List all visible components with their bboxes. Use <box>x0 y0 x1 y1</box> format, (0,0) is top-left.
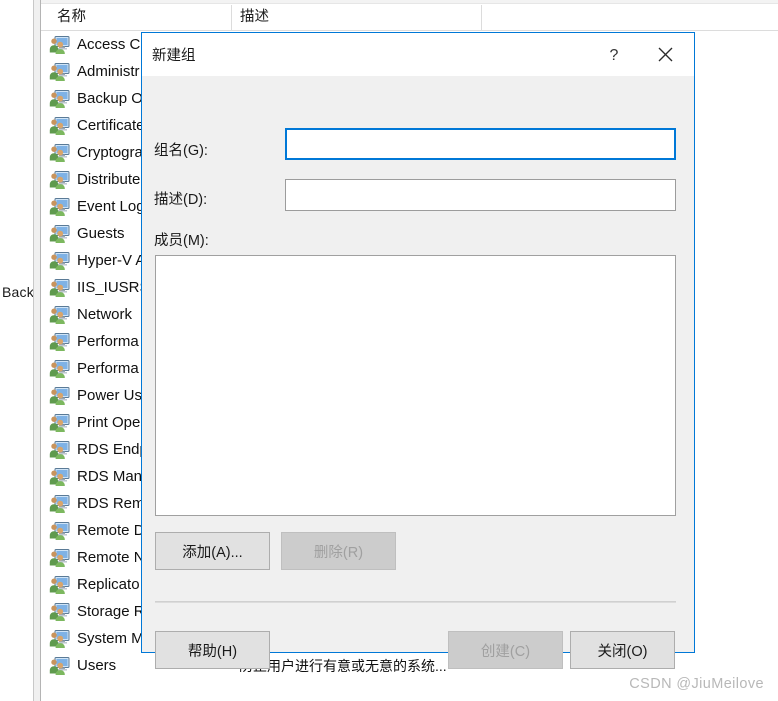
pane-splitter[interactable] <box>33 0 41 701</box>
header-top-rule <box>41 0 778 4</box>
group-name-cell: Power Us <box>77 387 143 404</box>
group-name-cell: Performa <box>77 333 139 350</box>
group-name-cell: Hyper-V A <box>77 252 146 269</box>
group-name-cell: Backup O <box>77 90 143 107</box>
members-list-box[interactable] <box>155 255 676 516</box>
dialog-separator <box>155 601 676 603</box>
group-name-cell: Replicato <box>77 576 140 593</box>
add-member-button[interactable]: 添加(A)... <box>155 532 270 570</box>
back-label: Back <box>2 284 34 300</box>
user-group-icon <box>49 89 70 109</box>
group-name-cell: Performa <box>77 360 139 377</box>
group-name-cell: Guests <box>77 225 125 242</box>
group-name-cell: Certificate <box>77 117 145 134</box>
user-group-icon <box>49 602 70 622</box>
group-name-cell: Cryptogra <box>77 144 143 161</box>
group-name-cell: Storage R <box>77 603 145 620</box>
group-name-cell: Remote D <box>77 522 145 539</box>
group-name-cell: Remote N <box>77 549 145 566</box>
group-description-cell: 防止用户进行有意或无意的系统... <box>239 657 447 674</box>
user-group-icon <box>49 224 70 244</box>
user-group-icon <box>49 521 70 541</box>
group-name-cell: Distribute <box>77 171 141 188</box>
column-header-description[interactable]: 描述 <box>231 5 481 31</box>
user-group-icon <box>49 35 70 55</box>
user-group-icon <box>49 386 70 406</box>
user-group-icon <box>49 629 70 649</box>
user-group-icon <box>49 305 70 325</box>
user-group-icon <box>49 467 70 487</box>
group-name-cell: System M <box>77 630 144 647</box>
user-group-icon <box>49 656 70 676</box>
user-group-icon <box>49 548 70 568</box>
create-button: 创建(C) <box>448 631 563 669</box>
user-group-icon <box>49 359 70 379</box>
user-group-icon <box>49 494 70 514</box>
group-name-label: 组名(G): <box>154 143 208 159</box>
dialog-title: 新建组 <box>152 48 196 64</box>
group-name-cell: Print Ope <box>77 414 141 431</box>
group-name-cell: RDS Rem <box>77 495 145 512</box>
watermark: CSDN @JiuMeilove <box>629 676 764 692</box>
group-name-input[interactable] <box>285 128 676 160</box>
group-name-cell: Network <box>77 306 133 323</box>
user-group-icon <box>49 170 70 190</box>
group-name-cell: Event Log <box>77 198 145 215</box>
dialog-body: 组名(G): 描述(D): 成员(M): 添加(A)... 删除(R) 帮助(H… <box>142 76 694 669</box>
group-name-cell: Administr <box>77 63 140 80</box>
user-group-icon <box>49 575 70 595</box>
close-icon[interactable] <box>642 33 688 76</box>
list-column-header: 名称 描述 <box>41 0 778 31</box>
dialog-titlebar[interactable]: 新建组 ? <box>142 33 694 76</box>
group-name-cell: RDS Man <box>77 468 143 485</box>
group-name-cell: IIS_IUSRS <box>77 279 150 296</box>
user-group-icon <box>49 440 70 460</box>
group-name-cell: Users <box>77 657 117 674</box>
description-input[interactable] <box>285 179 676 211</box>
description-label: 描述(D): <box>154 192 208 208</box>
user-group-icon <box>49 62 70 82</box>
members-label: 成员(M): <box>154 233 209 249</box>
svg-text:?: ? <box>610 47 619 64</box>
column-header-name[interactable]: 名称 <box>49 5 231 31</box>
user-group-icon <box>49 413 70 433</box>
user-group-icon <box>49 251 70 271</box>
question-mark-icon[interactable]: ? <box>591 33 637 76</box>
close-button[interactable]: 关闭(O) <box>570 631 675 669</box>
user-group-icon <box>49 116 70 136</box>
user-group-icon <box>49 332 70 352</box>
column-header-extra[interactable] <box>481 5 778 31</box>
group-name-cell: Access Co <box>77 36 149 53</box>
user-group-icon <box>49 143 70 163</box>
help-button[interactable]: 帮助(H) <box>155 631 270 669</box>
user-group-icon <box>49 278 70 298</box>
new-group-dialog: 新建组 ? 组名(G): 描述(D): 成员(M): 添加(A)... 删除(R… <box>141 32 695 669</box>
group-name-cell: RDS Endp <box>77 441 148 458</box>
remove-member-button: 删除(R) <box>281 532 396 570</box>
user-group-icon <box>49 197 70 217</box>
